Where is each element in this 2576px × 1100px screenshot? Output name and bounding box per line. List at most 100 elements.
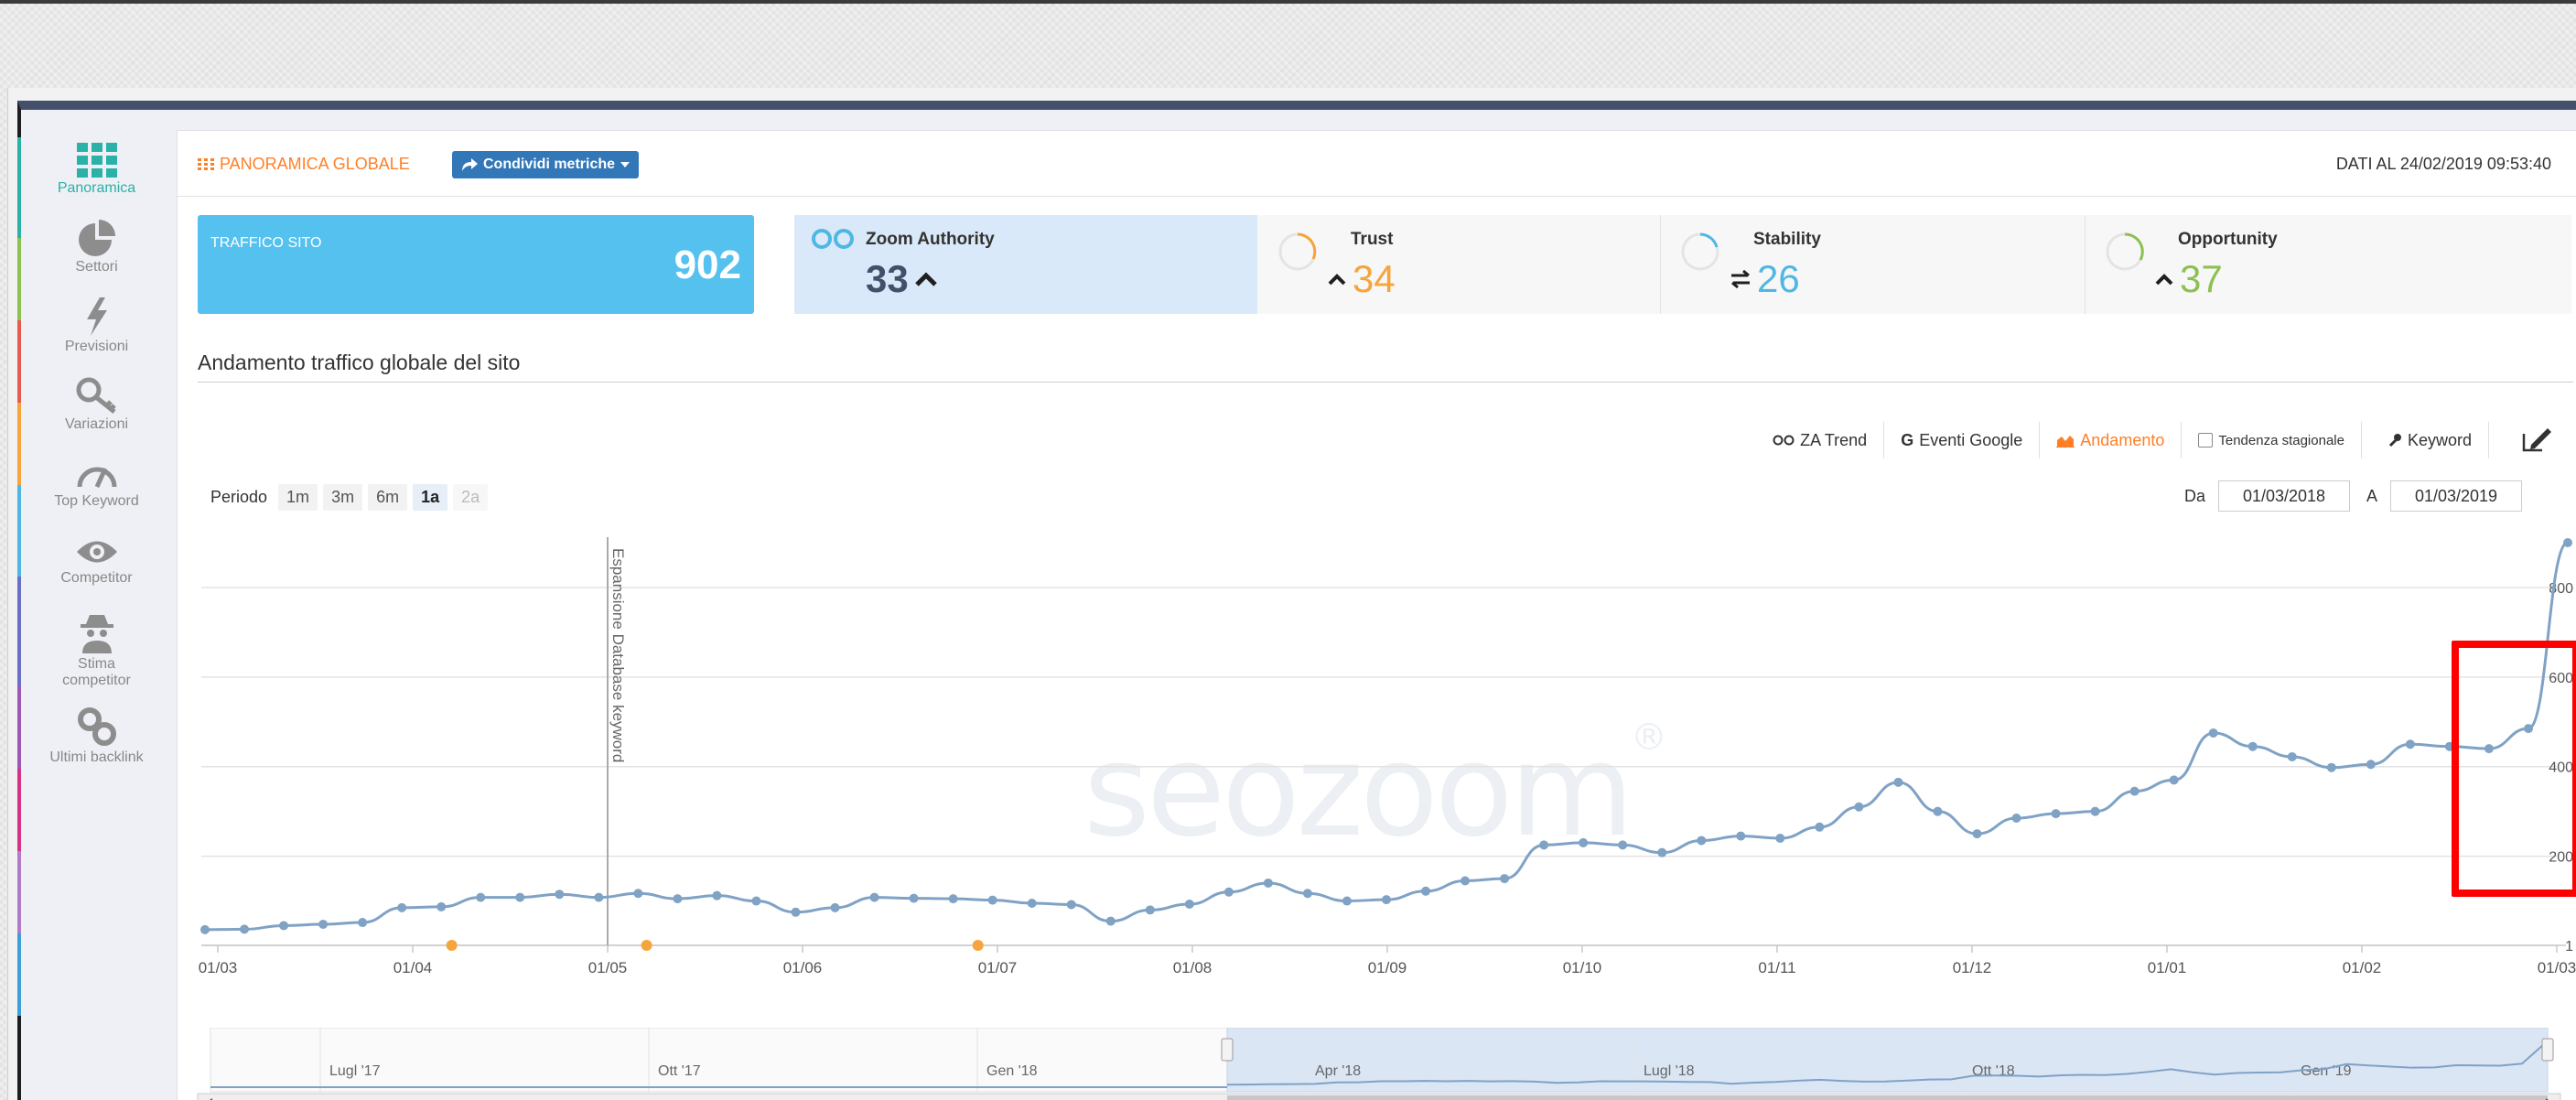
data-point	[633, 889, 643, 899]
data-point	[948, 894, 958, 904]
data-point	[2444, 741, 2454, 751]
andamento-toggle[interactable]: Andamento	[2040, 422, 2183, 458]
period-6m-button[interactable]: 6m	[368, 484, 408, 511]
y-tick-label: 600	[2549, 671, 2573, 686]
data-point	[397, 902, 407, 912]
data-point	[1263, 878, 1273, 888]
google-events-toggle[interactable]: G Eventi Google	[1884, 422, 2041, 458]
trend-up-icon	[914, 272, 937, 286]
period-2a-button: 2a	[453, 484, 489, 511]
data-point	[515, 892, 525, 902]
x-tick-label: 01/08	[1173, 959, 1213, 976]
keyword-toggle[interactable]: Keyword	[2362, 422, 2489, 458]
annotation-label: Espansione Database keyword	[609, 548, 627, 762]
section-title: Andamento traffico globale del sito	[198, 350, 521, 374]
navigator-label: Apr '18	[1315, 1063, 1361, 1079]
grid-icon	[76, 143, 117, 178]
data-point	[1223, 887, 1234, 897]
sidebar-item-label: Competitor	[60, 570, 133, 586]
x-tick-label: 01/10	[1563, 959, 1602, 976]
edit-chart-button[interactable]	[2489, 422, 2570, 458]
sidebar-item-panoramica[interactable]: Panoramica	[21, 143, 172, 197]
andamento-label: Andamento	[2080, 430, 2165, 449]
sidebar-item-variazioni[interactable]: Variazioni	[21, 377, 172, 433]
infinity-icon	[1773, 435, 1795, 446]
eye-icon	[76, 541, 117, 563]
za-trend-toggle[interactable]: ZA Trend	[1756, 422, 1885, 458]
date-range: Da A	[2184, 480, 2522, 512]
period-1a-button[interactable]: 1a	[413, 484, 448, 511]
screen-top-bar	[0, 0, 2576, 4]
data-point	[1815, 822, 1825, 832]
metric-value: 33	[866, 257, 909, 300]
sidebar-item-competitor[interactable]: Competitor	[21, 536, 172, 587]
traffic-label: TRAFFICO SITO	[210, 235, 322, 251]
period-3m-button[interactable]: 3m	[323, 484, 363, 511]
date-from-input[interactable]	[2217, 480, 2350, 512]
data-point	[1697, 836, 1707, 846]
sidebar-item-settori[interactable]: Settori	[21, 220, 172, 275]
lightning-icon	[86, 297, 107, 336]
scrollbar-thumb	[1226, 1095, 2548, 1100]
data-point	[1460, 876, 1471, 886]
seasonal-checkbox[interactable]	[2198, 433, 2214, 448]
zoom-authority-card[interactable]: Zoom Authority 33	[794, 215, 1257, 314]
key-icon	[2388, 434, 2401, 448]
sidebar-item-top-keyword[interactable]: Top Keyword	[21, 458, 172, 510]
seasonal-label: Tendenza stagionale	[2218, 432, 2344, 448]
chart-navigator[interactable]: Lugl '17 Ott '17 Gen '18 Apr '18 Lugl '18 Ott…	[178, 1028, 2576, 1100]
sidebar: Panoramica Settori Previsioni Variazioni…	[21, 110, 172, 1100]
from-label: Da	[2183, 486, 2205, 505]
share-metrics-button[interactable]: Condividi metriche	[452, 151, 640, 178]
edit-icon	[2522, 428, 2551, 452]
data-point	[1500, 874, 1510, 884]
data-point	[555, 890, 565, 900]
navigator-handle-right	[2541, 1038, 2554, 1062]
data-point	[2563, 538, 2572, 547]
date-to-input[interactable]	[2390, 480, 2522, 512]
sidebar-item-stima-competitor[interactable]: Stima competitor	[21, 613, 172, 689]
period-1m-button[interactable]: 1m	[278, 484, 318, 511]
sidebar-item-label: Stima competitor	[62, 656, 131, 688]
app-frame: Panoramica Settori Previsioni Variazioni…	[17, 101, 2576, 1100]
data-point	[358, 918, 368, 928]
navigator-label: Lugl '17	[329, 1063, 381, 1079]
data-point	[1302, 889, 1312, 899]
pie-chart-icon	[78, 220, 115, 256]
traffic-value: 902	[674, 243, 741, 287]
seasonal-trend-toggle[interactable]: Tendenza stagionale	[2182, 422, 2362, 458]
metric-title: Stability	[1753, 230, 1821, 249]
data-point	[437, 901, 447, 911]
navigator-label: Lugl '18	[1644, 1063, 1695, 1079]
data-point	[1579, 837, 1589, 847]
data-point	[830, 902, 840, 912]
opportunity-card[interactable]: Opportunity 37	[2085, 215, 2571, 314]
sidebar-item-previsioni[interactable]: Previsioni	[21, 297, 172, 355]
navigator-label: Ott '17	[658, 1063, 701, 1079]
data-point	[1105, 916, 1116, 926]
stability-card[interactable]: Stability 26	[1660, 215, 2085, 314]
grid-icon	[198, 157, 214, 170]
share-icon	[462, 158, 478, 171]
x-tick-label: 01/11	[1758, 959, 1795, 976]
data-point	[1972, 829, 1982, 839]
y-tick-label: 200	[2549, 850, 2573, 866]
sidebar-item-label: Previsioni	[64, 339, 129, 354]
y-tick-label: 1	[2565, 939, 2573, 954]
trust-card[interactable]: Trust 34	[1257, 215, 1660, 314]
sidebar-item-label: Panoramica	[57, 180, 136, 196]
data-point	[2208, 728, 2218, 739]
opportunity-progress-icon	[2106, 232, 2144, 271]
card-divider	[2085, 215, 2086, 314]
panel-title: PANORAMICA GLOBALE	[198, 155, 410, 174]
sidebar-item-ultimi-backlink[interactable]: Ultimi backlink	[21, 706, 172, 766]
data-point	[1854, 802, 1864, 812]
data-point	[318, 919, 329, 929]
navigator-label: Gen '18	[986, 1063, 1038, 1079]
data-point	[594, 892, 604, 902]
x-tick-label: 01/04	[393, 959, 433, 976]
metric-value: 34	[1353, 257, 1396, 300]
data-point	[987, 895, 997, 905]
data-point	[1657, 847, 1667, 857]
data-point	[1145, 905, 1155, 915]
